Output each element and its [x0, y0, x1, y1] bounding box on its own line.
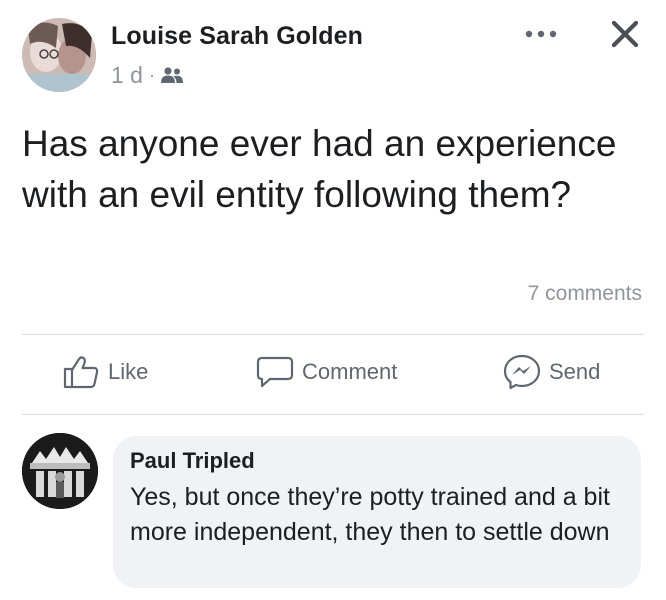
divider-top — [22, 334, 644, 335]
like-label: Like — [108, 359, 149, 384]
comment-button[interactable]: Comment — [256, 350, 397, 394]
comment-text: Yes, but once they’re potty trained and … — [130, 483, 610, 546]
post-text: Has anyone ever had an experience with a… — [22, 123, 617, 215]
meta-separator: · — [148, 64, 155, 85]
like-button[interactable]: Like — [62, 350, 148, 394]
comment-count[interactable]: 7 comments — [528, 282, 642, 306]
comment-bubble: Paul Tripled Yes, but once they’re potty… — [113, 436, 641, 588]
send-button[interactable]: Send — [503, 350, 600, 394]
commenter-name[interactable]: Paul Tripled — [130, 448, 255, 474]
commenter-avatar-image — [22, 433, 98, 509]
send-label: Send — [549, 359, 601, 384]
thumbs-up-icon — [63, 356, 99, 389]
more-options-icon[interactable] — [524, 22, 558, 46]
post-card: Louise Sarah Golden 1 d · Has anyone eve… — [0, 0, 666, 600]
divider-bottom — [22, 414, 644, 415]
post-timestamp[interactable]: 1 d — [111, 62, 143, 89]
post-meta: 1 d · — [111, 62, 183, 88]
close-icon[interactable] — [605, 14, 645, 54]
comment-label: Comment — [302, 359, 398, 384]
author-avatar[interactable] — [22, 18, 96, 92]
commenter-avatar[interactable] — [22, 433, 98, 509]
comment-icon — [256, 356, 294, 388]
messenger-icon — [503, 354, 541, 390]
friends-icon — [160, 67, 183, 83]
author-avatar-image — [22, 18, 96, 92]
author-name[interactable]: Louise Sarah Golden — [111, 22, 363, 51]
